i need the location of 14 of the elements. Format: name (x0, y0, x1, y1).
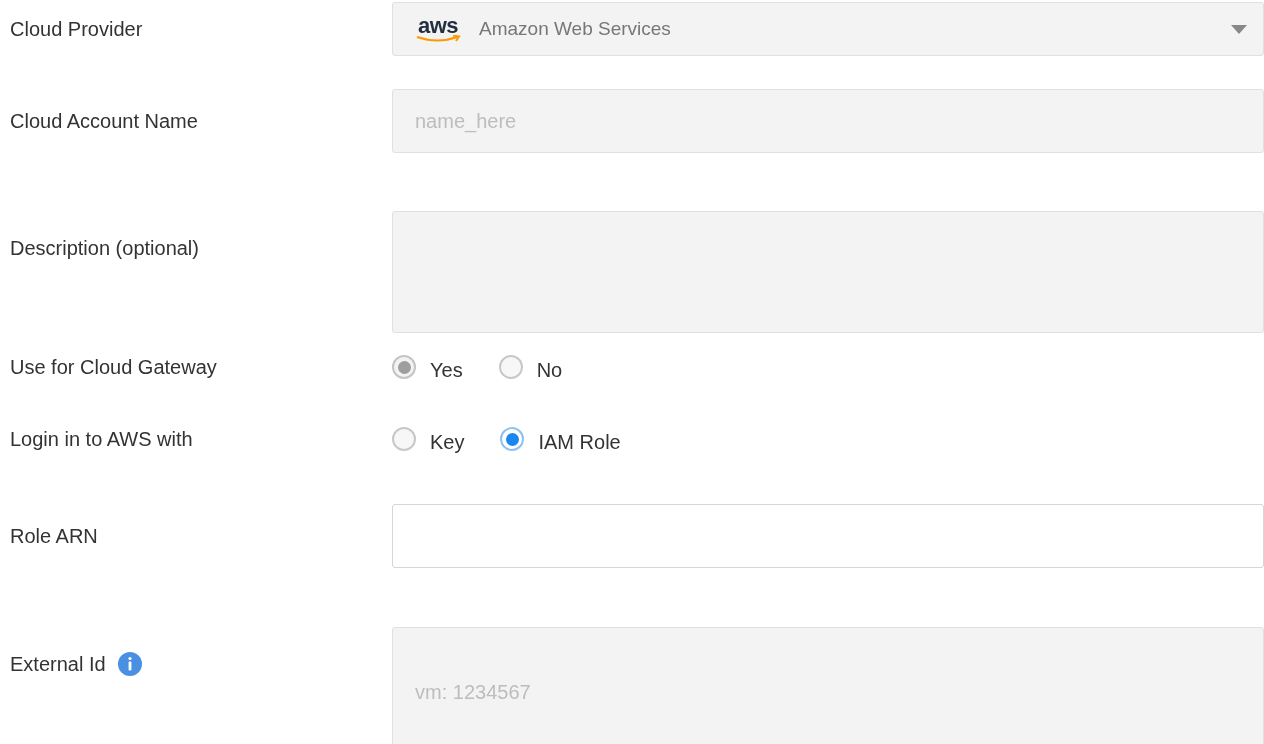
radio-button[interactable] (500, 427, 525, 451)
field-label: Cloud Provider (10, 17, 143, 42)
input-field[interactable] (392, 504, 1264, 568)
caret-icon (1231, 24, 1247, 34)
aws-logo: aws (415, 15, 461, 43)
radio-label[interactable]: Key (430, 421, 465, 457)
field-label: Description (optional) (10, 236, 199, 261)
radio-label[interactable]: IAM Role (538, 421, 621, 457)
field-label: Role ARN (10, 524, 98, 549)
field-label: Login in to AWS with (10, 427, 193, 452)
field-label: External Id (10, 652, 106, 677)
field-label: Use for Cloud Gateway (10, 355, 217, 380)
radio-button[interactable] (392, 427, 416, 451)
field-label: Cloud Account Name (10, 109, 198, 134)
